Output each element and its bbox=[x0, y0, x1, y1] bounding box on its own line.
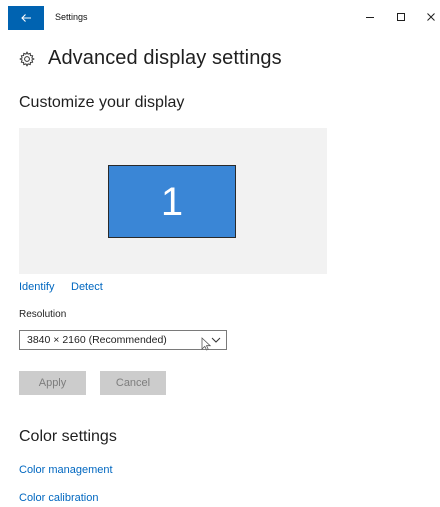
page-header: Advanced display settings bbox=[19, 47, 282, 70]
detect-link[interactable]: Detect bbox=[71, 281, 103, 293]
identify-link[interactable]: Identify bbox=[19, 281, 54, 293]
maximize-icon bbox=[397, 13, 405, 21]
resolution-dropdown[interactable]: 3840 × 2160 (Recommended) bbox=[19, 330, 227, 350]
apply-button[interactable]: Apply bbox=[19, 371, 86, 395]
settings-window: Settings Advanced display settings Custo… bbox=[0, 0, 440, 507]
monitor-number: 1 bbox=[160, 179, 184, 224]
monitor-tile[interactable]: 1 bbox=[108, 165, 236, 238]
color-management-link[interactable]: Color management bbox=[19, 464, 113, 476]
maximize-button[interactable] bbox=[393, 10, 409, 24]
gear-icon bbox=[19, 50, 35, 67]
cancel-button[interactable]: Cancel bbox=[100, 371, 166, 395]
title-bar: Settings bbox=[0, 0, 440, 34]
page-title: Advanced display settings bbox=[48, 47, 282, 69]
minimize-icon bbox=[366, 17, 374, 18]
close-icon bbox=[427, 13, 435, 21]
back-arrow-icon bbox=[21, 14, 31, 22]
section-title-customize: Customize your display bbox=[19, 94, 185, 111]
back-button[interactable] bbox=[8, 6, 44, 30]
resolution-value: 3840 × 2160 (Recommended) bbox=[27, 334, 167, 346]
minimize-button[interactable] bbox=[362, 10, 378, 24]
section-title-color: Color settings bbox=[19, 428, 117, 445]
mouse-cursor-icon bbox=[201, 337, 212, 351]
display-preview-area: 1 bbox=[19, 128, 327, 274]
resolution-label: Resolution bbox=[19, 309, 67, 320]
close-button[interactable] bbox=[423, 10, 439, 24]
color-calibration-link[interactable]: Color calibration bbox=[19, 492, 98, 504]
window-title: Settings bbox=[55, 12, 88, 22]
